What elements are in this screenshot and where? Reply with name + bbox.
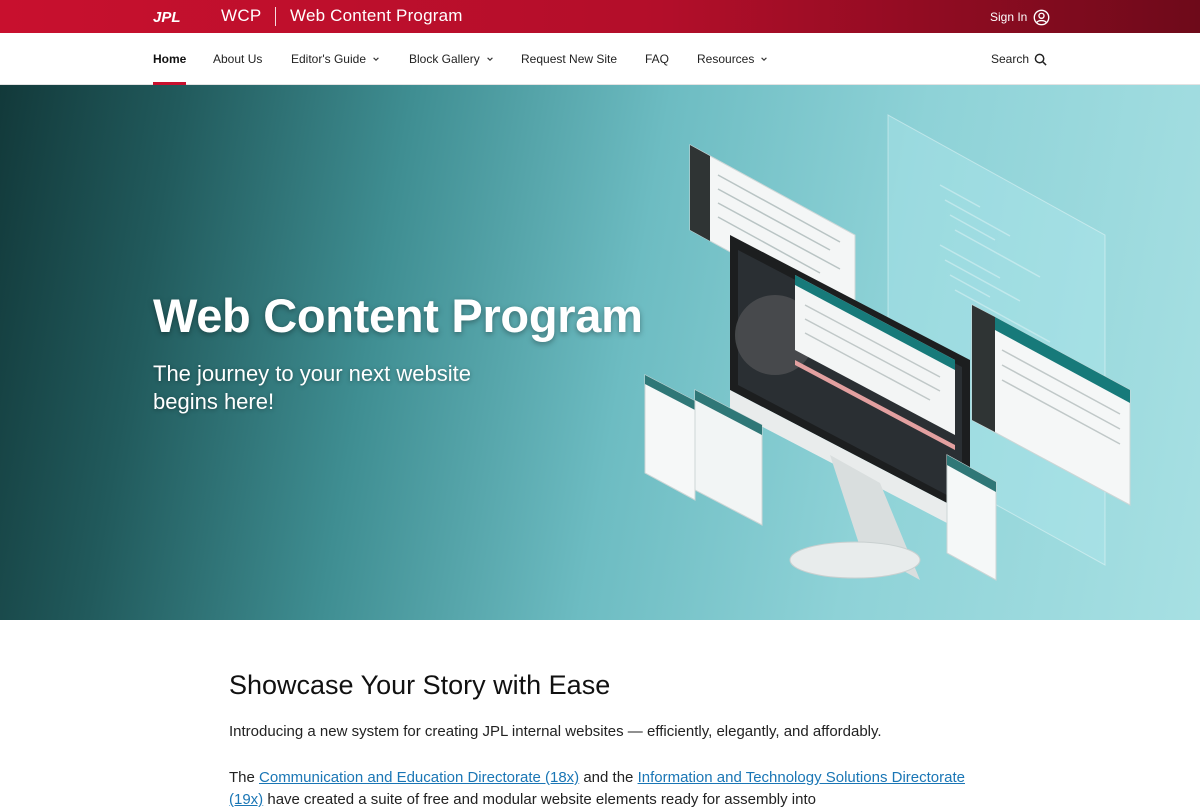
nav-item-request-new-site[interactable]: Request New Site xyxy=(521,33,617,85)
sign-in-label: Sign In xyxy=(990,10,1028,24)
link-communication-education-directorate[interactable]: Communication and Education Directorate … xyxy=(259,769,579,786)
nav-item-label: FAQ xyxy=(645,52,670,66)
main-content: Showcase Your Story with Ease Introducin… xyxy=(229,668,989,811)
para-mid: and the xyxy=(579,769,638,786)
nav-item-label: Home xyxy=(153,52,187,66)
section-heading: Showcase Your Story with Ease xyxy=(229,670,611,700)
nav-item-label: Resources xyxy=(697,52,755,66)
chevron-down-icon xyxy=(373,57,379,61)
hero-title: Web Content Program xyxy=(153,289,643,342)
search-icon xyxy=(1034,53,1047,66)
nav-item-label: Block Gallery xyxy=(409,52,480,66)
nav-item-home[interactable]: Home xyxy=(153,33,187,85)
jpl-logo[interactable]: JPL xyxy=(153,9,193,24)
nav-item-block-gallery[interactable]: Block Gallery xyxy=(409,33,494,85)
chevron-down-icon xyxy=(761,57,768,61)
top-header-bar: JPL WCP Web Content Program Sign In xyxy=(0,0,1200,33)
site-name[interactable]: Web Content Program xyxy=(290,6,463,26)
nav-item-about-us[interactable]: About Us xyxy=(213,33,262,85)
intro-text: Introducing a new system for creating JP… xyxy=(229,723,882,740)
hero-illustration xyxy=(644,114,1131,581)
user-circle-icon xyxy=(1033,9,1050,25)
nav-item-label: Request New Site xyxy=(521,52,618,66)
nav-item-label: Editor's Guide xyxy=(291,52,366,66)
search-label: Search xyxy=(991,52,1030,66)
site-abbreviation[interactable]: WCP xyxy=(221,6,262,26)
header-divider xyxy=(275,7,276,26)
body-paragraph: The Communication and Education Director… xyxy=(229,767,989,811)
sign-in-link[interactable]: Sign In xyxy=(990,8,1050,26)
nav-item-editors-guide[interactable]: Editor's Guide xyxy=(291,33,380,85)
hero-subtitle: The journey to your next website begins … xyxy=(153,361,471,414)
chevron-down-icon xyxy=(486,57,493,61)
nav-item-faq[interactable]: FAQ xyxy=(645,33,669,85)
nav-item-resources[interactable]: Resources xyxy=(697,33,768,85)
jpl-logo-text: JPL xyxy=(153,9,181,24)
hero-banner: Web Content Program The journey to your … xyxy=(0,85,1200,620)
search-button[interactable]: Search xyxy=(991,33,1047,85)
nav-item-label: About Us xyxy=(213,52,263,66)
para-prefix: The xyxy=(229,769,260,786)
main-navigation: Home About Us Editor's Guide Block Galle… xyxy=(0,33,1200,85)
